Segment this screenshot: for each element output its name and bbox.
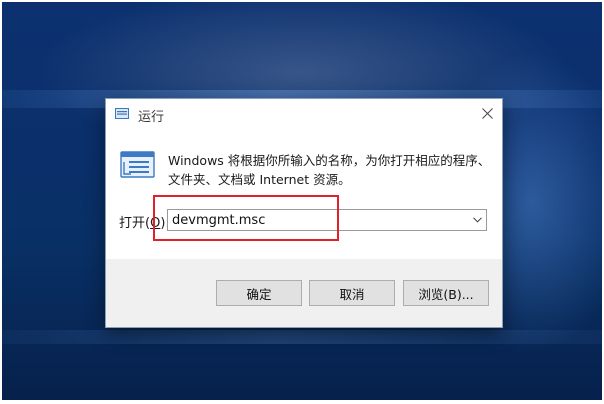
button-area: 确定 取消 浏览(B)... — [106, 259, 502, 327]
run-icon — [115, 108, 129, 119]
ok-button[interactable]: 确定 — [216, 280, 302, 306]
chevron-down-icon — [472, 217, 482, 223]
cancel-button[interactable]: 取消 — [309, 280, 395, 306]
description-line: 文件夹、文档或 Internet 资源。 — [168, 172, 351, 187]
close-icon — [481, 107, 493, 119]
title-bar[interactable]: 运行 — [106, 99, 502, 129]
run-dialog: 运行 Windows 将根据你所输入的名称，为你打开相应的程序、 文件夹、文档或… — [105, 98, 503, 328]
dialog-description: Windows 将根据你所输入的名称，为你打开相应的程序、 文件夹、文档或 In… — [168, 151, 491, 189]
run-icon — [120, 151, 155, 178]
red-highlight-box — [153, 195, 339, 241]
dropdown-button[interactable] — [468, 210, 486, 230]
desktop-light-beam — [2, 330, 602, 344]
close-button[interactable] — [474, 101, 500, 125]
dialog-title: 运行 — [138, 110, 165, 125]
open-label-prefix: 打开( — [119, 216, 151, 231]
description-line: Windows 将根据你所输入的名称，为你打开相应的程序、 — [168, 153, 491, 168]
browse-button[interactable]: 浏览(B)... — [403, 280, 489, 306]
